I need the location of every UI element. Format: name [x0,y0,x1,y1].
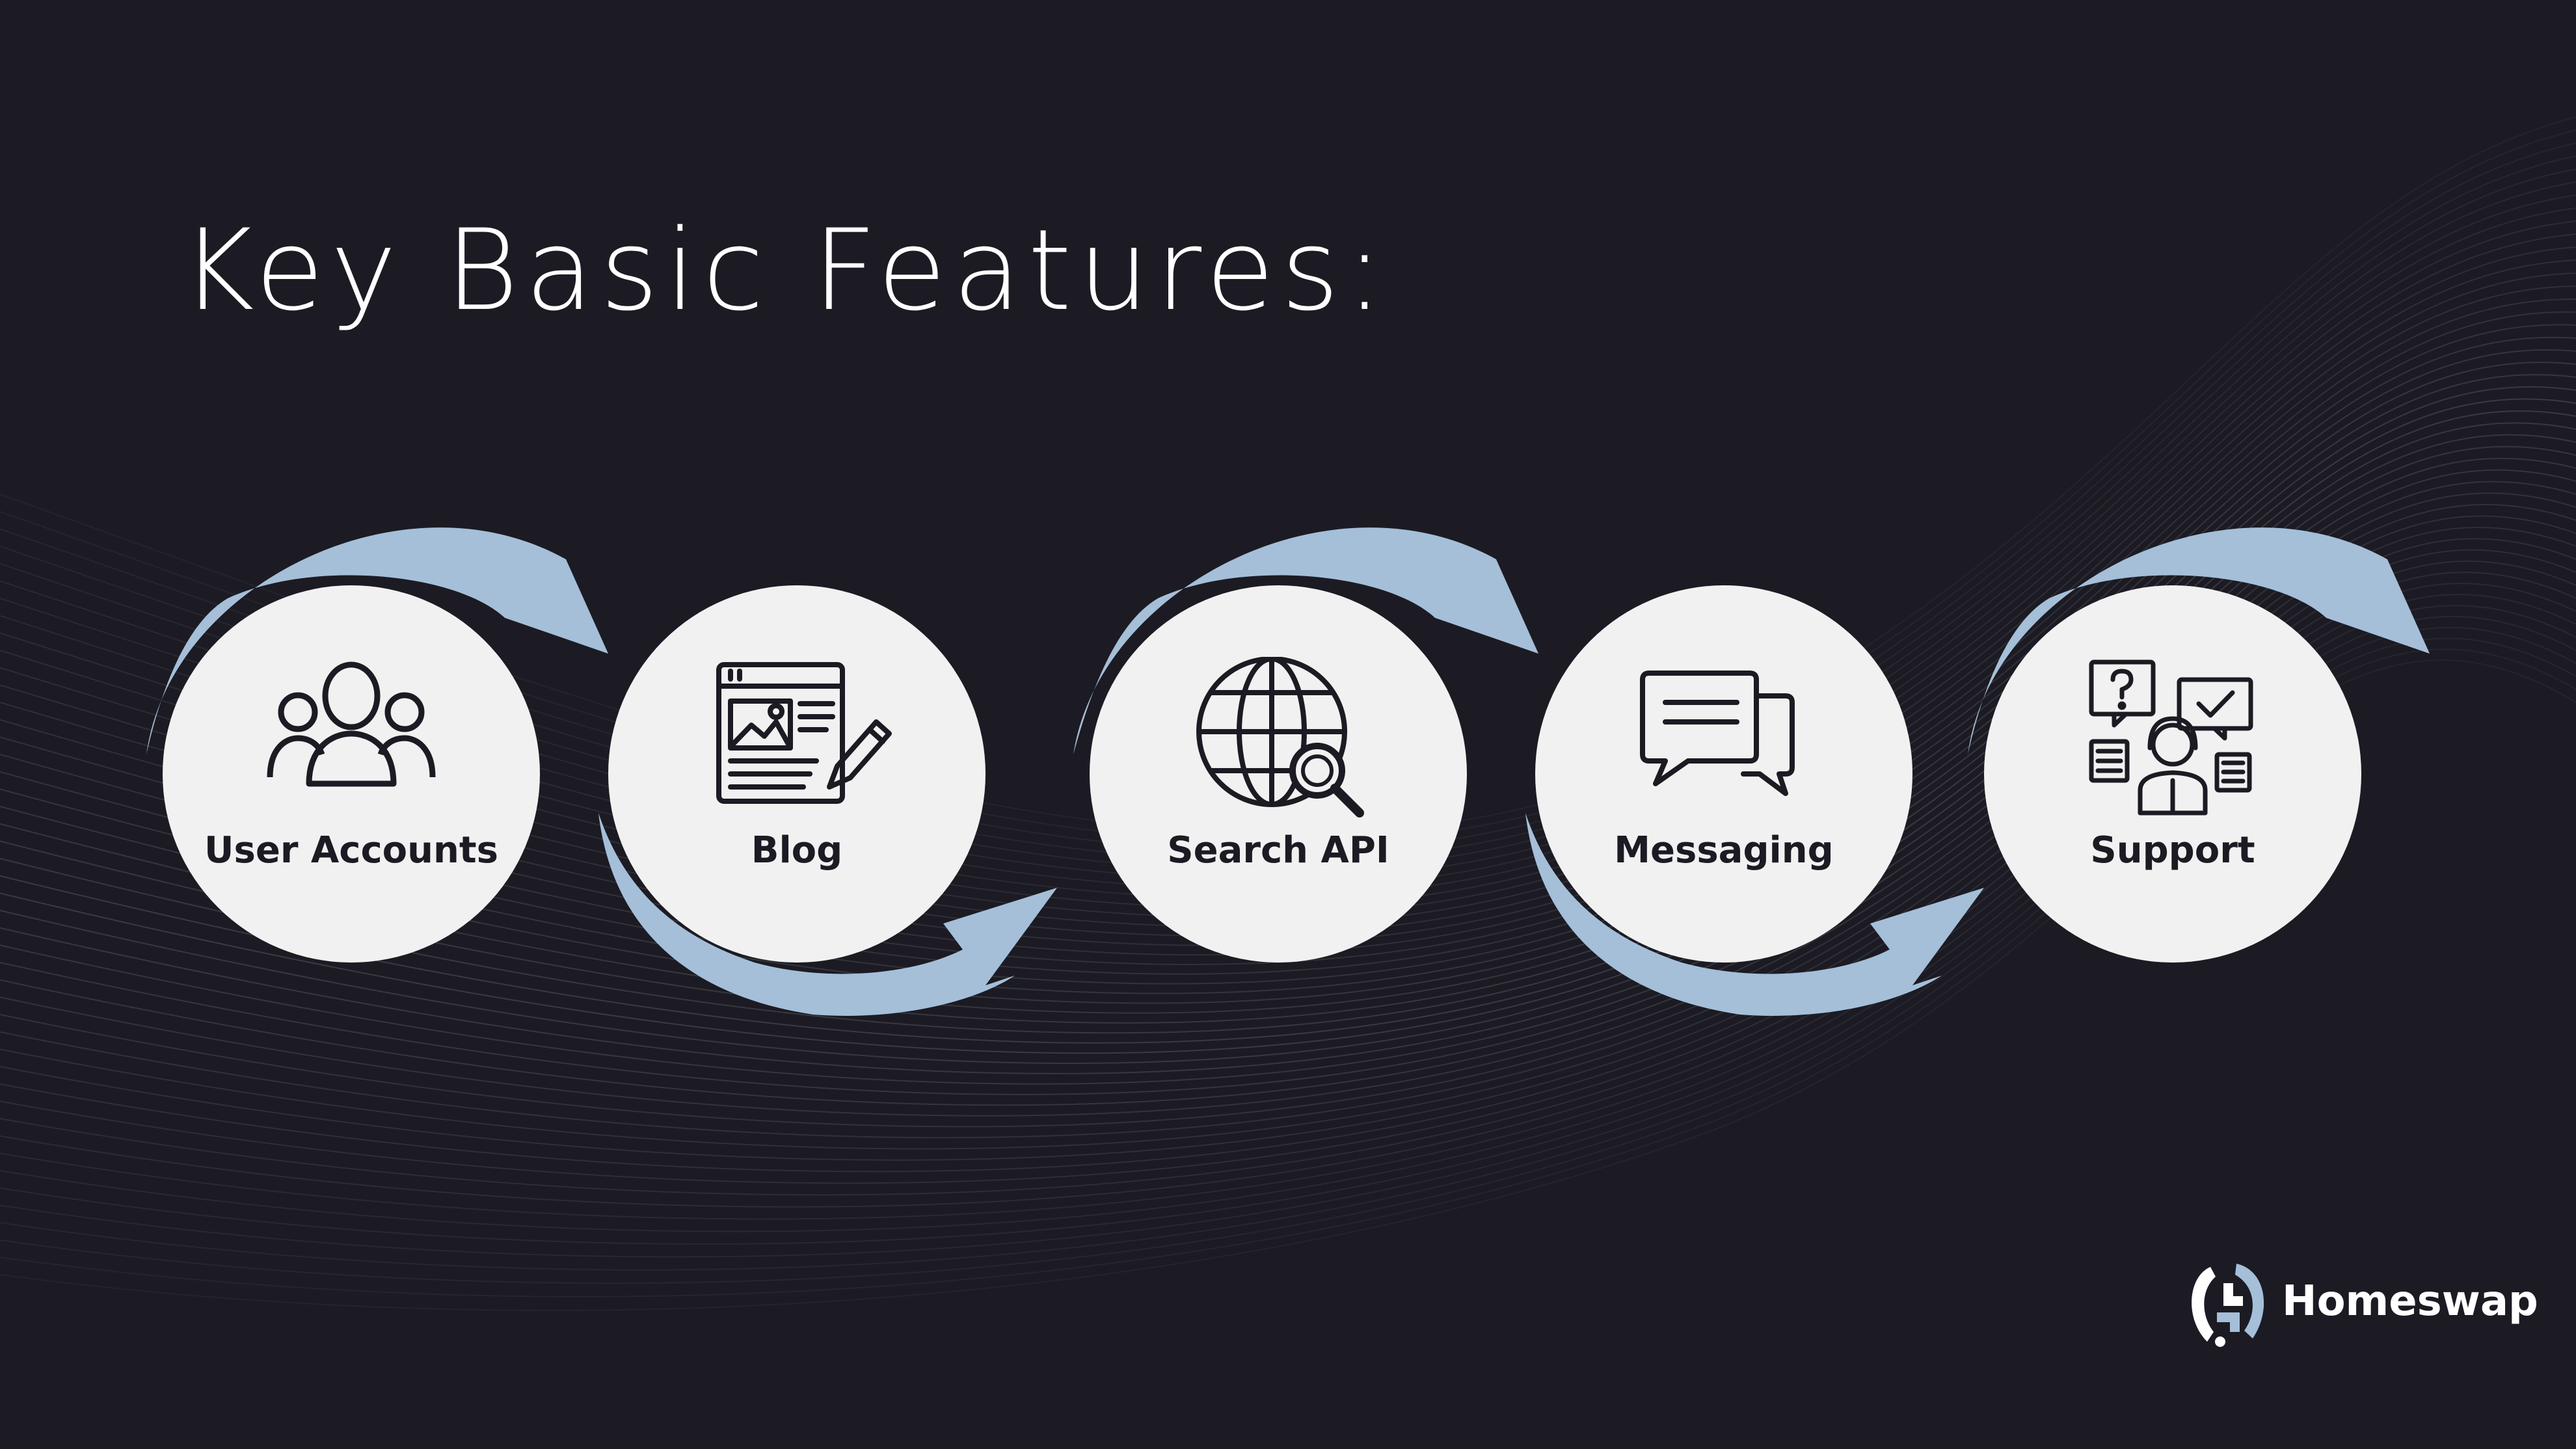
feature-messaging: Messaging [1535,585,1912,963]
users-icon [267,661,436,787]
feature-label: Search API [1167,829,1389,871]
chat-bubbles-icon [1640,671,1795,796]
feature-label: Messaging [1614,829,1834,871]
support-agent-icon [2089,659,2253,816]
feature-search-api: Search API [1090,585,1467,963]
feature-support: Support [1984,585,2361,963]
slide: Key Basic Features: User Accounts Blog S… [0,0,2576,1449]
blog-icon [716,662,892,804]
homeswap-logo-icon [2192,1264,2264,1347]
feature-user-accounts: User Accounts [163,585,540,963]
feature-label: User Accounts [204,829,498,871]
feature-label: Blog [751,829,843,871]
feature-label: Support [2090,829,2255,871]
feature-blog: Blog [608,585,986,963]
brand: Homeswap [2184,1260,2538,1351]
globe-search-icon [1196,657,1364,818]
brand-name: Homeswap [2282,1277,2538,1325]
